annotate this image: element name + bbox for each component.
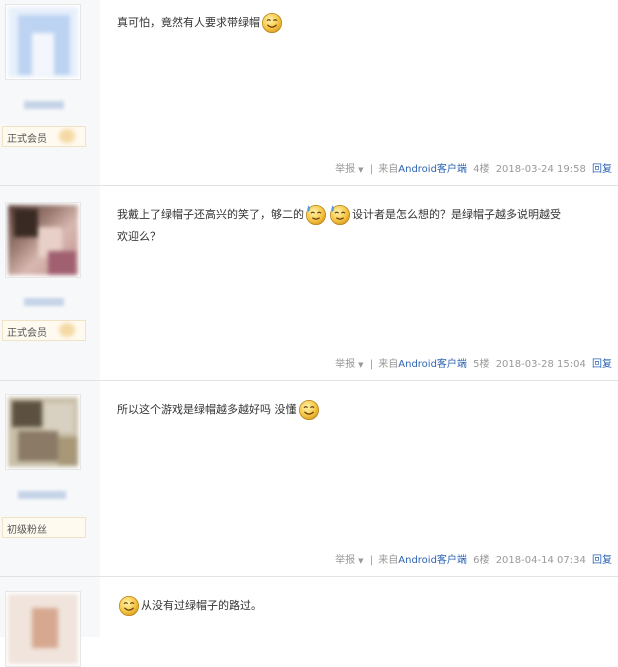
client-link[interactable]: Android客户端 (398, 164, 467, 175)
dropdown-arrow-icon[interactable]: ▼ (358, 166, 363, 174)
reply-link[interactable]: 回复 (592, 555, 612, 566)
post-floor-7: 从没有过绿帽子的路过。 (0, 577, 618, 667)
post-floor-5: 正式会员 我戴上了绿帽子还高兴的笑了，够二的 设计者是怎么想的？是绿帽子越多说明越… (0, 186, 618, 381)
smile-emoji-icon (298, 399, 320, 421)
user-sidebar: 正式会员 (0, 186, 100, 380)
report-link[interactable]: 举报 (335, 164, 355, 175)
post-content: 所以这个游戏是绿帽越多越好吗 没懂 (117, 399, 607, 421)
post-time: 2018-04-14 07:34 (495, 555, 586, 566)
member-level-badge: 初级粉丝 (2, 517, 86, 538)
user-sidebar (0, 577, 100, 667)
post-content: 真可怕，竟然有人要求带绿帽 (117, 12, 607, 34)
level-icon (59, 323, 75, 337)
avatar[interactable] (5, 202, 81, 278)
post-time: 2018-03-28 15:04 (495, 359, 586, 370)
post-content: 我戴上了绿帽子还高兴的笑了，够二的 设计者是怎么想的？是绿帽子越多说明越受 欢迎么… (117, 204, 607, 248)
member-level-badge: 正式会员 (2, 126, 86, 147)
post-text: 从没有过绿帽子的路过。 (141, 599, 262, 612)
post-text: 真可怕，竟然有人要求带绿帽 (117, 16, 260, 29)
report-link[interactable]: 举报 (335, 359, 355, 370)
badge-label: 正式会员 (7, 134, 47, 145)
separator: | (369, 164, 374, 175)
post-floor-6: 初级粉丝 所以这个游戏是绿帽越多越好吗 没懂 举报 ▼ | 来自Android客户… (0, 381, 618, 577)
post-content: 从没有过绿帽子的路过。 (117, 595, 607, 617)
post-floor-4: 正式会员 真可怕，竟然有人要求带绿帽 举报 ▼ | 来自Android客户端 4楼… (0, 0, 618, 186)
floor-number: 6楼 (473, 555, 490, 566)
username-blurred[interactable] (18, 491, 66, 499)
from-label: 来自 (378, 164, 399, 175)
post-time: 2018-03-24 19:58 (495, 164, 586, 175)
level-icon (59, 129, 75, 143)
post-tail: 举报 ▼ | 来自Android客户端 6楼 2018-04-14 07:34 回… (332, 551, 612, 566)
post-tail: 举报 ▼ | 来自Android客户端 4楼 2018-03-24 19:58 回… (332, 160, 612, 175)
user-sidebar: 初级粉丝 (0, 381, 100, 576)
smile-emoji-icon (118, 595, 140, 617)
client-link[interactable]: Android客户端 (398, 359, 467, 370)
floor-number: 5楼 (473, 359, 490, 370)
post-tail: 举报 ▼ | 来自Android客户端 5楼 2018-03-28 15:04 回… (332, 355, 612, 370)
separator: | (369, 359, 374, 370)
report-link[interactable]: 举报 (335, 555, 355, 566)
username-blurred[interactable] (24, 298, 64, 306)
smile-emoji-icon (261, 12, 283, 34)
post-text: 我戴上了绿帽子还高兴的笑了，够二的 (117, 208, 304, 221)
sweat-emoji-icon (305, 204, 327, 226)
reply-link[interactable]: 回复 (592, 164, 612, 175)
from-label: 来自 (378, 555, 399, 566)
client-link[interactable]: Android客户端 (398, 555, 467, 566)
avatar[interactable] (5, 591, 81, 667)
avatar[interactable] (5, 4, 81, 80)
username-blurred[interactable] (24, 101, 64, 109)
badge-label: 正式会员 (7, 328, 47, 339)
reply-link[interactable]: 回复 (592, 359, 612, 370)
dropdown-arrow-icon[interactable]: ▼ (358, 361, 363, 369)
badge-label: 初级粉丝 (7, 525, 47, 536)
separator: | (369, 555, 374, 566)
user-sidebar: 正式会员 (0, 0, 100, 185)
avatar[interactable] (5, 394, 81, 470)
dropdown-arrow-icon[interactable]: ▼ (358, 557, 363, 565)
from-label: 来自 (378, 359, 399, 370)
post-text-continued: 设计者是怎么想的？是绿帽子越多说明越受 (352, 208, 561, 221)
floor-number: 4楼 (473, 164, 490, 175)
post-text-line2: 欢迎么？ (117, 230, 161, 243)
sweat-emoji-icon (329, 204, 351, 226)
post-text: 所以这个游戏是绿帽越多越好吗 没懂 (117, 403, 297, 416)
member-level-badge: 正式会员 (2, 320, 86, 341)
